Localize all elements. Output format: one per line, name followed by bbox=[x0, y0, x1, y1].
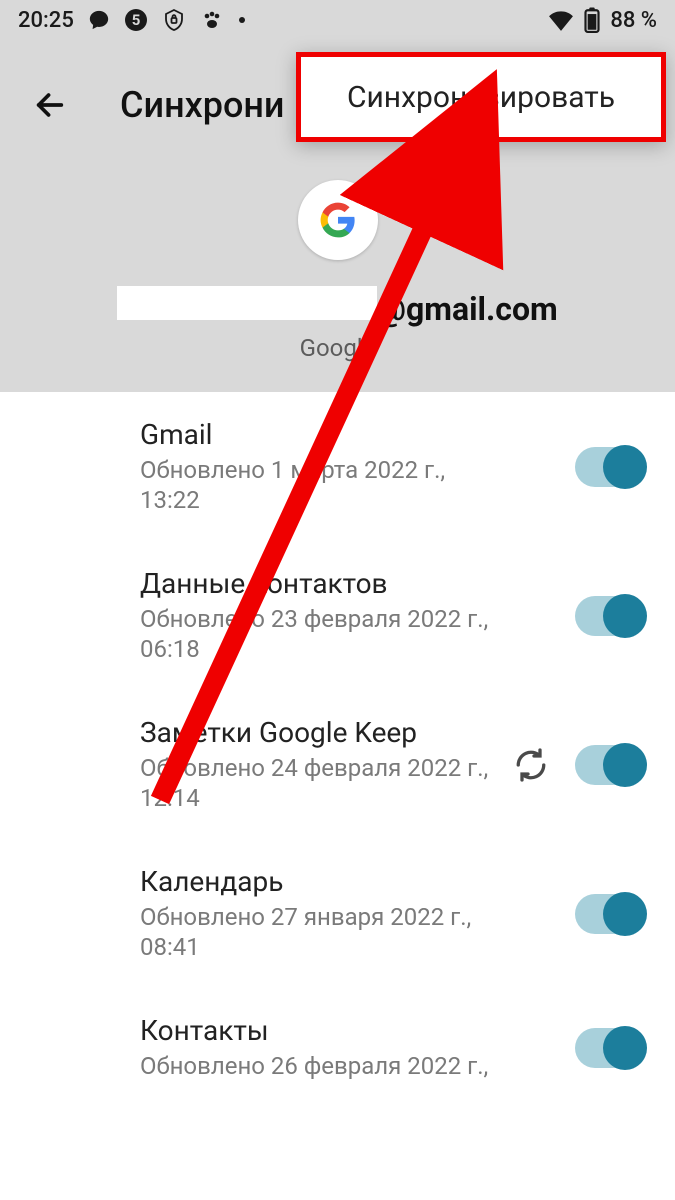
lock-shield-icon bbox=[162, 8, 186, 32]
paw-icon bbox=[200, 8, 224, 32]
chat-icon bbox=[88, 9, 110, 31]
email-suffix: @gmail.com bbox=[377, 290, 557, 328]
sync-item-sub: Обновлено 26 февраля 2022 г., bbox=[140, 1051, 500, 1081]
svg-text:5: 5 bbox=[132, 11, 141, 29]
sync-toggle[interactable] bbox=[575, 447, 645, 487]
google-logo-icon bbox=[319, 201, 357, 239]
sync-item-contacts[interactable]: Контакты Обновлено 26 февраля 2022 г., bbox=[0, 988, 675, 1108]
sync-toggle[interactable] bbox=[575, 596, 645, 636]
page-title: Синхрони bbox=[120, 84, 285, 126]
account-provider: Google bbox=[300, 334, 376, 362]
battery-text: 88 % bbox=[610, 8, 657, 33]
sync-item-sub: Обновлено 24 февраля 2022 г., 12:14 bbox=[140, 753, 500, 813]
status-bar: 20:25 5 88 % bbox=[0, 0, 675, 40]
sync-item-gmail[interactable]: Gmail Обновлено 1 марта 2022 г., 13:22 bbox=[0, 392, 675, 541]
sync-item-title: Заметки Google Keep bbox=[140, 716, 500, 749]
sync-list: Gmail Обновлено 1 марта 2022 г., 13:22 Д… bbox=[0, 392, 675, 1108]
sync-item-sub: Обновлено 23 февраля 2022 г., 06:18 bbox=[140, 604, 500, 664]
status-time: 20:25 bbox=[18, 8, 74, 33]
sync-item-keep[interactable]: Заметки Google Keep Обновлено 24 февраля… bbox=[0, 690, 675, 839]
sync-item-calendar[interactable]: Календарь Обновлено 27 января 2022 г., 0… bbox=[0, 839, 675, 988]
sync-toggle[interactable] bbox=[575, 894, 645, 934]
email-redaction bbox=[117, 286, 377, 320]
sync-item-sub: Обновлено 1 марта 2022 г., 13:22 bbox=[140, 455, 500, 515]
sync-item-title: Gmail bbox=[140, 418, 500, 451]
back-button[interactable] bbox=[30, 85, 70, 125]
sync-toggle[interactable] bbox=[575, 745, 645, 785]
sync-item-title: Данные контактов bbox=[140, 567, 500, 600]
overflow-menu-item-sync[interactable]: Синхронизировать bbox=[296, 52, 666, 142]
battery-icon bbox=[584, 7, 600, 33]
account-email: @gmail.com bbox=[117, 286, 557, 328]
sync-item-title: Контакты bbox=[140, 1014, 500, 1047]
sync-toggle[interactable] bbox=[575, 1028, 645, 1068]
wifi-icon bbox=[548, 9, 574, 31]
back-arrow-icon bbox=[33, 88, 67, 122]
account-avatar[interactable] bbox=[298, 180, 378, 260]
sync-item-sub: Обновлено 27 января 2022 г., 08:41 bbox=[140, 902, 500, 962]
sync-item-title: Календарь bbox=[140, 865, 500, 898]
overflow-menu-label: Синхронизировать bbox=[347, 80, 615, 115]
dot-icon bbox=[238, 16, 246, 24]
sync-item-contacts-data[interactable]: Данные контактов Обновлено 23 февраля 20… bbox=[0, 541, 675, 690]
five-icon: 5 bbox=[124, 8, 148, 32]
sync-in-progress-icon bbox=[513, 747, 549, 783]
